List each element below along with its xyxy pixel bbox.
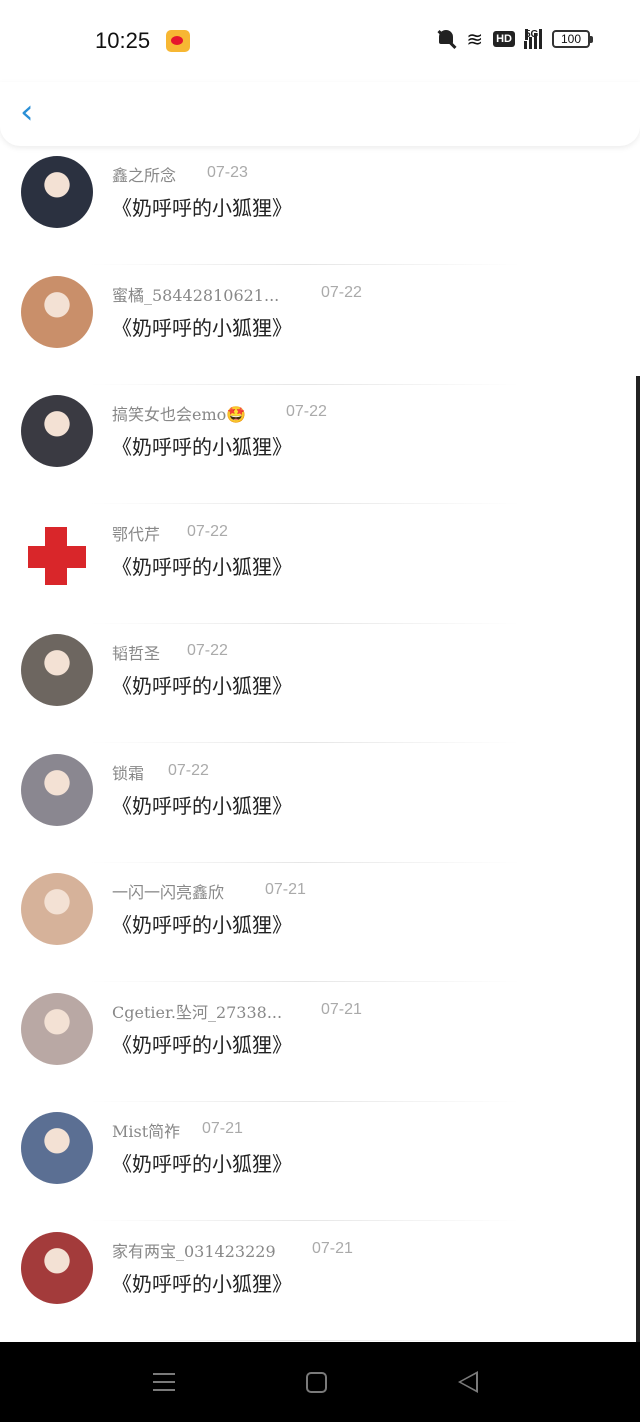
user-name: 一闪一闪亮鑫欣 [112, 883, 225, 902]
avatar[interactable] [21, 992, 93, 1065]
message-list[interactable]: 鑫之所念 07-23 《奶呼呼的小狐狸》 蜜橘_58442810621... 07-22… [0, 146, 640, 1342]
item-message: 《奶呼呼的小狐狸》 [112, 435, 292, 459]
chevron-left-icon: ‹ [20, 92, 34, 132]
item-message: 《奶呼呼的小狐狸》 [112, 554, 292, 579]
battery-icon: 100 [552, 30, 593, 48]
5g-signal-icon: 5G [524, 29, 542, 49]
item-message: 《奶呼呼的小狐狸》 [112, 1271, 292, 1296]
item-date: 07-22 [168, 761, 209, 779]
avatar[interactable] [21, 395, 93, 467]
item-date: 07-22 [286, 403, 327, 420]
avatar[interactable] [21, 1112, 93, 1184]
item-date: 07-23 [207, 164, 248, 181]
item-message: 《奶呼呼的小狐狸》 [112, 196, 292, 220]
avatar[interactable] [21, 873, 93, 945]
menu-icon[interactable] [153, 1373, 175, 1391]
list-item[interactable]: 韬哲圣 07-22 《奶呼呼的小狐狸》 [0, 624, 640, 743]
avatar[interactable] [21, 156, 93, 228]
avatar[interactable] [21, 634, 93, 706]
avatar[interactable] [21, 753, 93, 826]
item-date: 07-21 [321, 1000, 362, 1018]
network-type: 5G [525, 29, 539, 40]
item-message: 《奶呼呼的小狐狸》 [112, 793, 292, 818]
list-item[interactable]: 家有两宝_031423229 07-21 《奶呼呼的小狐狸》 [0, 1222, 640, 1341]
list-item[interactable]: 鄂代芹 07-22 《奶呼呼的小狐狸》 [0, 505, 640, 624]
list-item[interactable]: 一闪一闪亮鑫欣 07-21 《奶呼呼的小狐狸》 [0, 863, 640, 982]
item-date: 07-21 [265, 881, 306, 898]
status-time: 10:25 [95, 28, 151, 53]
item-date: 07-21 [202, 1120, 243, 1137]
back-triangle-icon[interactable] [458, 1371, 478, 1393]
bell-muted-icon [436, 28, 456, 50]
item-message: 《奶呼呼的小狐狸》 [112, 315, 292, 340]
item-message: 《奶呼呼的小狐狸》 [112, 1032, 292, 1057]
list-item[interactable]: Mist简祚 07-21 《奶呼呼的小狐狸》 [0, 1102, 640, 1221]
user-name: 韬哲圣 [112, 644, 161, 663]
user-name: Mist简祚 [112, 1122, 181, 1141]
item-date: 07-22 [321, 283, 362, 301]
item-date: 07-21 [312, 1239, 353, 1257]
scrollbar[interactable] [636, 376, 640, 1342]
avatar[interactable] [21, 514, 93, 587]
item-message: 《奶呼呼的小狐狸》 [112, 674, 292, 698]
list-item[interactable]: 锁霜 07-22 《奶呼呼的小狐狸》 [0, 744, 640, 863]
item-message: 《奶呼呼的小狐狸》 [112, 913, 292, 937]
user-name: 鄂代芹 [112, 524, 161, 544]
avatar[interactable] [21, 275, 93, 348]
user-name: 锁霜 [112, 763, 145, 783]
user-name: Cgetier.坠河_27338... [112, 1002, 283, 1022]
status-icons: ≋ HD 5G 100 [436, 27, 593, 51]
hd-icon: HD [493, 31, 515, 47]
list-item[interactable]: 蜜橘_58442810621... 07-22 《奶呼呼的小狐狸》 [0, 266, 640, 385]
user-name: 搞笑女也会emo🤩 [112, 405, 247, 424]
list-item[interactable]: Cgetier.坠河_27338... 07-21 《奶呼呼的小狐狸》 [0, 983, 640, 1102]
status-bar: 10:25 ≋ HD 5G 100 [0, 0, 640, 82]
list-item[interactable]: 搞笑女也会emo🤩 07-22 《奶呼呼的小狐狸》 [0, 385, 640, 504]
header: ‹ [0, 82, 640, 146]
wifi-icon: ≋ [466, 27, 484, 51]
list-item[interactable]: 鑫之所念 07-23 《奶呼呼的小狐狸》 [0, 146, 640, 265]
home-icon[interactable] [306, 1372, 327, 1393]
divider [90, 1339, 520, 1341]
weibo-icon [166, 30, 190, 52]
user-name: 家有两宝_031423229 [112, 1241, 276, 1261]
user-name: 蜜橘_58442810621... [112, 285, 280, 305]
item-date: 07-22 [187, 522, 228, 540]
item-date: 07-22 [187, 642, 228, 659]
avatar[interactable] [21, 1231, 93, 1304]
navigation-bar [0, 1342, 640, 1422]
user-name: 鑫之所念 [112, 166, 177, 185]
item-message: 《奶呼呼的小狐狸》 [112, 1152, 292, 1176]
back-button[interactable]: ‹ [20, 92, 50, 132]
